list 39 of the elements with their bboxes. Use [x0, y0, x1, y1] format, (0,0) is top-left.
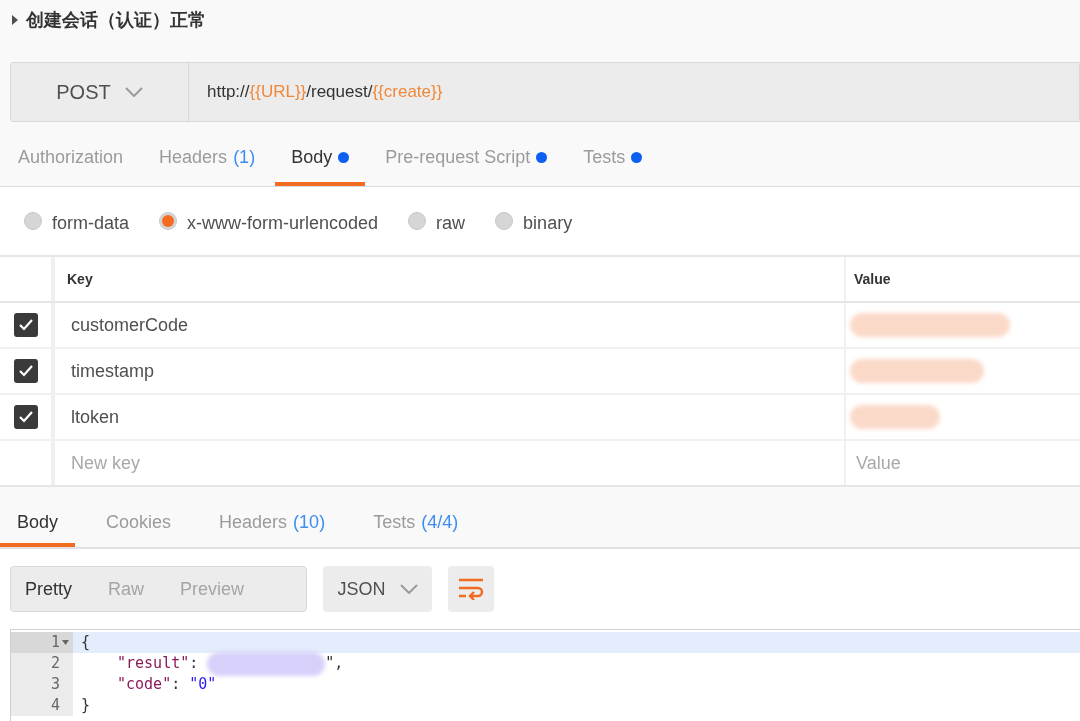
code-text: "code": "0"	[117, 674, 217, 696]
radio-button[interactable]	[159, 212, 178, 230]
radio-label: x-www-form-urlencoded	[187, 211, 379, 235]
key-cell[interactable]: ltoken	[71, 403, 120, 431]
column-header: Key	[67, 269, 93, 289]
checkbox[interactable]	[13, 359, 38, 383]
checkmark-icon	[18, 365, 33, 377]
wrap-lines-icon	[458, 578, 484, 600]
format-dropdown[interactable]: JSON	[323, 566, 432, 612]
radio-button[interactable]	[495, 212, 514, 230]
line-number: 3	[50, 674, 60, 696]
new-value-field[interactable]: Value	[856, 449, 1080, 477]
checkbox[interactable]	[13, 313, 38, 337]
key-cell[interactable]: customerCode	[71, 311, 189, 339]
code-text: }	[81, 695, 91, 717]
expand-icon[interactable]	[12, 15, 18, 25]
request-name: 创建会话（认证）正常	[26, 8, 206, 32]
checkbox[interactable]	[13, 405, 38, 429]
code-text: {	[81, 632, 91, 654]
radio-label: binary	[523, 211, 573, 235]
chevron-down-icon	[399, 584, 418, 594]
checkmark-icon	[18, 319, 33, 331]
fold-icon[interactable]	[62, 640, 69, 645]
code-text: "result":	[117, 653, 200, 675]
line-number: 1	[50, 632, 60, 654]
radio-button[interactable]	[408, 212, 427, 230]
checkmark-icon	[18, 411, 33, 423]
line-number: 4	[50, 695, 60, 717]
response-tab[interactable]: Body	[0, 501, 76, 547]
view-mode-option[interactable]: Pretty	[25, 575, 72, 603]
radio-label: form-data	[52, 211, 130, 235]
new-key-field[interactable]: New key	[71, 449, 844, 477]
wrap-lines-button[interactable]	[448, 566, 494, 612]
line-number: 2	[50, 653, 60, 675]
code-text: ",	[325, 653, 344, 675]
column-header: Value	[854, 269, 891, 289]
radio-button[interactable]	[24, 212, 42, 230]
key-cell[interactable]: timestamp	[71, 357, 155, 385]
radio-label: raw	[436, 211, 466, 235]
